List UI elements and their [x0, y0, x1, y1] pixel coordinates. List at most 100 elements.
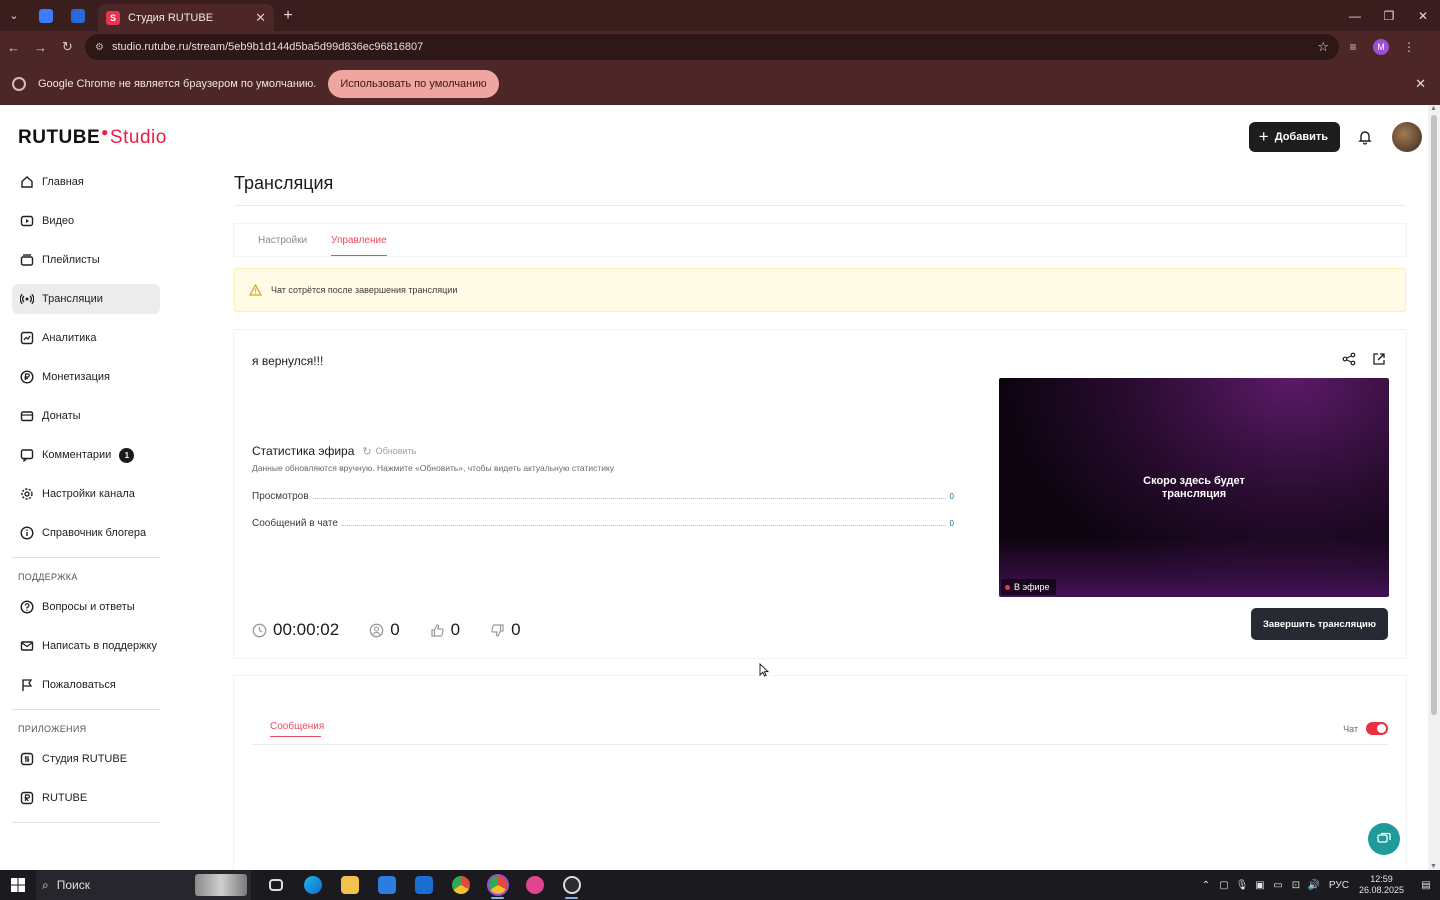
rutube-studio-logo[interactable]: RUTUBE ● Studio	[18, 125, 167, 149]
tab-messages[interactable]: Сообщения	[270, 721, 324, 732]
app-glyph	[562, 876, 581, 894]
notifications-icon[interactable]: ▤	[1412, 880, 1440, 891]
system-tray: ⌃ ▢ 🎙 ▣ ▭ ⊡ 🔊 РУС 12:59 26.08.2025 ▤	[1197, 870, 1440, 900]
taskbar-clock[interactable]: 12:59 26.08.2025	[1359, 874, 1404, 896]
clock-icon	[252, 623, 267, 638]
add-button[interactable]: + Добавить	[1248, 122, 1340, 152]
thumbs-up-icon	[430, 623, 445, 638]
sidebar-item-label: Главная	[42, 176, 84, 188]
viewers-counter: 0	[369, 620, 400, 640]
obs-icon[interactable]	[553, 870, 590, 900]
sidebar-item-donations[interactable]: Донаты	[12, 401, 160, 431]
stats-title: Статистика эфира	[252, 444, 355, 458]
store-icon[interactable]	[368, 870, 405, 900]
profile-button[interactable]: M	[1367, 39, 1395, 55]
app-glyph	[340, 876, 359, 894]
windows-start-icon[interactable]	[0, 870, 36, 900]
logo-brand: RUTUBE	[18, 127, 101, 148]
tab-management[interactable]: Управление	[331, 224, 387, 256]
language-indicator[interactable]: РУС	[1329, 880, 1349, 891]
outlook-icon[interactable]	[405, 870, 442, 900]
tray-app-icon[interactable]: ▢	[1215, 880, 1233, 891]
scroll-up-icon[interactable]: ▲	[1430, 105, 1437, 112]
scroll-down-icon[interactable]: ▼	[1430, 863, 1437, 870]
forward-icon[interactable]: →	[27, 31, 54, 63]
open-external-icon[interactable]	[1370, 350, 1388, 368]
edge-icon[interactable]	[294, 870, 331, 900]
camera-icon[interactable]: ▣	[1251, 880, 1269, 891]
support-chat-button[interactable]	[1368, 823, 1400, 855]
sidebar-item-home[interactable]: Главная	[12, 167, 160, 197]
bell-icon[interactable]	[1354, 126, 1376, 148]
stat-leader-dots	[341, 519, 946, 526]
scrollbar-thumb[interactable]	[1431, 115, 1437, 715]
player-message-line: Скоро здесь будет	[1143, 475, 1245, 487]
logo-product: Studio	[109, 127, 167, 148]
sidebar-item-studio-app[interactable]: Студия RUTUBE	[12, 744, 160, 774]
task-view-icon[interactable]	[257, 870, 294, 900]
tab-messages-underline	[270, 736, 321, 737]
sidebar-item-rutube-app[interactable]: RUTUBE	[12, 783, 160, 813]
infobar-close-icon[interactable]: ✕	[1415, 76, 1426, 92]
sidebar-item-comments[interactable]: Комментарии 1	[12, 440, 160, 470]
stat-label: Сообщений в чате	[252, 518, 338, 529]
taskbar-apps	[257, 870, 590, 900]
app-glyph	[268, 879, 283, 891]
bookmark-star-icon[interactable]: ☆	[1317, 39, 1329, 55]
sidebar-item-report[interactable]: Пожаловаться	[12, 670, 160, 700]
user-avatar[interactable]	[1392, 122, 1422, 152]
minimize-icon[interactable]: —	[1338, 0, 1372, 31]
app-pink-icon[interactable]	[516, 870, 553, 900]
tab-search-chevron-icon[interactable]: ⌄	[0, 0, 28, 31]
chrome-taskbar-icon[interactable]	[442, 870, 479, 900]
address-bar[interactable]: ⚙ studio.rutube.ru/stream/5eb9b1d144d5ba…	[85, 34, 1339, 60]
reload-icon[interactable]: ↻	[54, 31, 81, 63]
volume-icon[interactable]: 🔊	[1305, 880, 1323, 891]
sidebar-item-broadcasts[interactable]: Трансляции	[12, 284, 160, 314]
taskbar-search-label: Поиск	[56, 878, 90, 892]
sidebar-item-playlists[interactable]: Плейлисты	[12, 245, 160, 275]
media-control-icon[interactable]: ≡	[1339, 40, 1367, 54]
pinned-tab-icon	[71, 8, 85, 23]
sidebar-divider	[12, 709, 160, 710]
tray-chevron-icon[interactable]: ⌃	[1197, 880, 1215, 891]
sidebar-item-channel-settings[interactable]: Настройки канала	[12, 479, 160, 509]
stat-row-views: Просмотров 0	[252, 491, 954, 502]
stream-preview-player[interactable]: Скоро здесь будет трансляция В эфире	[999, 378, 1389, 597]
browser-menu-icon[interactable]: ⋮	[1395, 40, 1423, 54]
refresh-stats-button[interactable]: ↻ Обновить	[362, 445, 416, 458]
back-icon[interactable]: ←	[0, 31, 27, 63]
page-scrollbar[interactable]: ▲ ▼	[1428, 105, 1440, 870]
browser-tab-active[interactable]: S Студия RUTUBE ✕	[98, 4, 274, 31]
pinned-tab-1[interactable]	[32, 5, 60, 27]
microphone-icon[interactable]: 🎙	[1233, 880, 1251, 891]
file-explorer-icon[interactable]	[331, 870, 368, 900]
share-icon[interactable]	[1340, 350, 1358, 368]
tab-settings[interactable]: Настройки	[258, 224, 307, 256]
comments-count-badge: 1	[119, 447, 135, 463]
sidebar-item-contact-support[interactable]: Написать в поддержку	[12, 631, 160, 661]
sidebar-item-video[interactable]: Видео	[12, 206, 160, 236]
display-icon[interactable]: ▭	[1269, 880, 1287, 891]
restore-icon[interactable]: ❐	[1372, 0, 1406, 31]
chrome-profile-taskbar-icon[interactable]	[479, 870, 516, 900]
pinned-tab-2[interactable]	[64, 5, 92, 27]
sidebar-item-analytics[interactable]: Аналитика	[12, 323, 160, 353]
sidebar-item-label: Пожаловаться	[42, 679, 116, 691]
close-window-icon[interactable]: ✕	[1406, 0, 1440, 31]
taskbar-search[interactable]: ⌕ Поиск	[36, 870, 251, 900]
likes-value: 0	[450, 620, 461, 639]
sidebar-item-label: Трансляции	[42, 293, 103, 305]
end-stream-button[interactable]: Завершить трансляцию	[1250, 608, 1388, 640]
chat-toggle-switch[interactable]	[1366, 722, 1388, 735]
close-tab-icon[interactable]: ✕	[255, 10, 266, 26]
network-icon[interactable]: ⊡	[1287, 880, 1305, 891]
sidebar-item-faq[interactable]: Вопросы и ответы	[12, 592, 160, 622]
sidebar-item-blogger-guide[interactable]: Справочник блогера	[12, 518, 160, 548]
sidebar-item-label: Донаты	[42, 410, 81, 422]
windows-taskbar: ⌕ Поиск ⌃ ▢ 🎙 ▣ ▭ ⊡ 🔊 РУС 12:59 26.08.20…	[0, 870, 1440, 900]
new-tab-button[interactable]: +	[274, 7, 302, 25]
sidebar-item-monetization[interactable]: Монетизация	[12, 362, 160, 392]
set-default-button[interactable]: Использовать по умолчанию	[328, 70, 499, 98]
site-info-icon[interactable]: ⚙	[95, 42, 104, 53]
